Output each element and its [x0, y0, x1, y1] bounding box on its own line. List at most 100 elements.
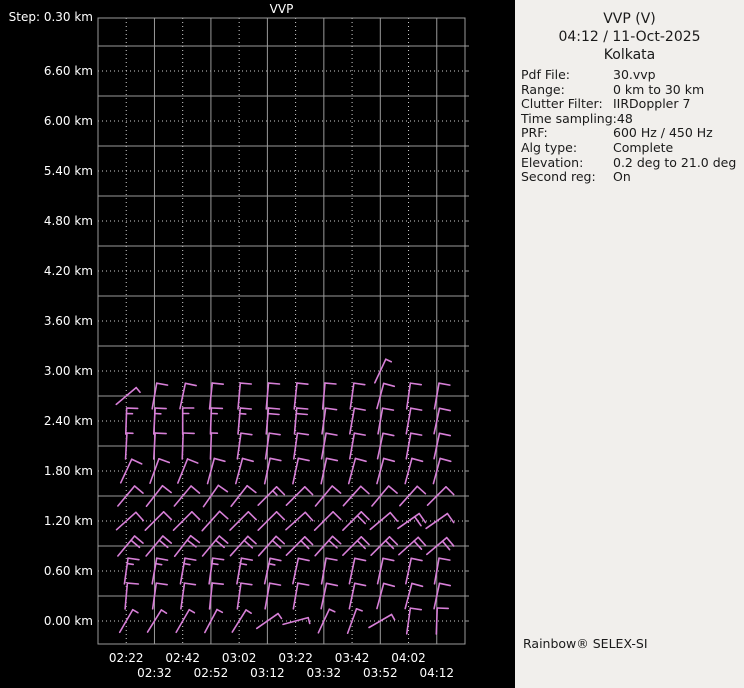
barb-segment	[135, 536, 143, 543]
barb-segment	[355, 558, 366, 560]
parameter-row: Elevation:0.2 deg to 21.0 deg	[521, 156, 742, 171]
barb-segment	[157, 558, 168, 560]
product-parameters: Pdf File:30.vvpRange:0 km to 30 kmClutte…	[521, 68, 742, 185]
barb-segment	[332, 486, 340, 493]
barb-segment	[305, 537, 313, 545]
barb-segment	[297, 383, 308, 384]
barb-segment	[414, 541, 421, 549]
barb-segment	[357, 609, 363, 611]
barb-segment	[277, 487, 285, 495]
barb-segment	[355, 583, 366, 585]
y-axis-label: 3.60 km	[0, 313, 93, 329]
wind-barb	[183, 408, 194, 434]
barb-segment	[439, 583, 450, 585]
x-axis-label: 03:32	[294, 665, 354, 681]
barb-segment	[243, 458, 254, 461]
barb-segment	[136, 388, 140, 393]
barb-segment	[244, 540, 252, 547]
wind-barb	[406, 408, 421, 434]
barb-segment	[411, 558, 422, 560]
barb-segment	[161, 610, 166, 613]
parameter-label: Clutter Filter:	[521, 97, 613, 112]
barb-segment	[127, 583, 138, 584]
wind-barb	[286, 512, 313, 529]
barb-segment	[418, 537, 425, 545]
barb-segment	[326, 433, 337, 435]
vendor-footer: Rainbow® SELEX-SI	[523, 636, 648, 651]
barb-segment	[436, 608, 437, 634]
barb-segment	[248, 536, 256, 543]
barb-segment	[383, 433, 394, 435]
y-axis-label: 1.20 km	[0, 513, 93, 529]
barb-segment	[412, 458, 423, 461]
parameter-row: Pdf File:30.vvp	[521, 68, 742, 83]
barb-segment	[269, 564, 275, 565]
barb-segment	[164, 512, 172, 520]
parameter-value: 30.vvp	[613, 68, 742, 83]
wind-barb	[117, 512, 144, 529]
parameter-row: Time sampling:48	[521, 112, 742, 127]
x-axis-label: 03:42	[322, 650, 382, 666]
y-axis-label: 1.80 km	[0, 463, 93, 479]
barb-segment	[361, 486, 369, 493]
barb-segment	[269, 433, 280, 435]
barb-segment	[126, 408, 127, 434]
y-axis-label: 4.20 km	[0, 263, 93, 279]
barb-segment	[273, 491, 277, 495]
barb-segment	[241, 558, 252, 560]
barb-segment	[326, 408, 337, 410]
parameter-row: Clutter Filter:IIRDoppler 7	[521, 97, 742, 112]
barb-segment	[308, 618, 310, 624]
barb-segment	[297, 408, 308, 409]
barb-segment	[238, 408, 240, 434]
barb-segment	[323, 383, 325, 409]
wind-barb	[375, 359, 391, 383]
panel-header: VVP (V) 04:12 / 11-Oct-2025 Kolkata	[515, 0, 744, 64]
wind-barb	[126, 408, 138, 434]
barb-segment	[136, 512, 143, 520]
y-axis-label: 6.60 km	[0, 63, 93, 79]
y-axis-label: 4.80 km	[0, 213, 93, 229]
x-axis-label: 03:02	[209, 650, 269, 666]
barb-segment	[392, 615, 395, 620]
barb-segment	[155, 433, 166, 434]
site-name: Kolkata	[515, 46, 744, 64]
parameter-value: Complete	[613, 141, 742, 156]
parameter-row: Range:0 km to 30 km	[521, 83, 742, 98]
barb-segment	[383, 408, 394, 410]
wind-barb	[377, 458, 394, 483]
wind-barb	[124, 558, 139, 584]
parameter-label: Range:	[521, 83, 613, 98]
y-axis-label: 0.60 km	[0, 563, 93, 579]
barb-segment	[386, 541, 394, 549]
barb-segment	[298, 583, 309, 585]
barb-segment	[354, 383, 365, 385]
barb-segment	[219, 536, 227, 543]
barb-segment	[125, 583, 127, 609]
x-axis-label: 04:12	[407, 665, 467, 681]
barb-segment	[412, 583, 423, 586]
barb-segment	[163, 536, 171, 543]
barb-segment	[361, 537, 369, 545]
barb-segment	[383, 558, 394, 560]
barb-segment	[210, 408, 211, 434]
parameter-value: On	[613, 170, 742, 185]
barb-segment	[305, 512, 312, 520]
barb-segment	[128, 558, 139, 560]
barb-segment	[135, 486, 143, 493]
x-axis-label: 04:02	[379, 650, 439, 666]
barb-segment	[298, 558, 309, 560]
barb-segment	[185, 558, 196, 560]
barb-segment	[357, 541, 365, 549]
barb-segment	[294, 408, 296, 434]
wind-barb	[154, 408, 166, 434]
barb-segment	[390, 537, 398, 545]
barb-segment	[301, 541, 309, 549]
x-axis-label: 03:52	[350, 665, 410, 681]
barb-segment	[443, 541, 450, 549]
barb-segment	[156, 583, 167, 585]
barb-segment	[192, 512, 200, 520]
barb-segment	[276, 536, 284, 543]
barb-segment	[240, 383, 251, 384]
barb-segment	[133, 610, 138, 613]
